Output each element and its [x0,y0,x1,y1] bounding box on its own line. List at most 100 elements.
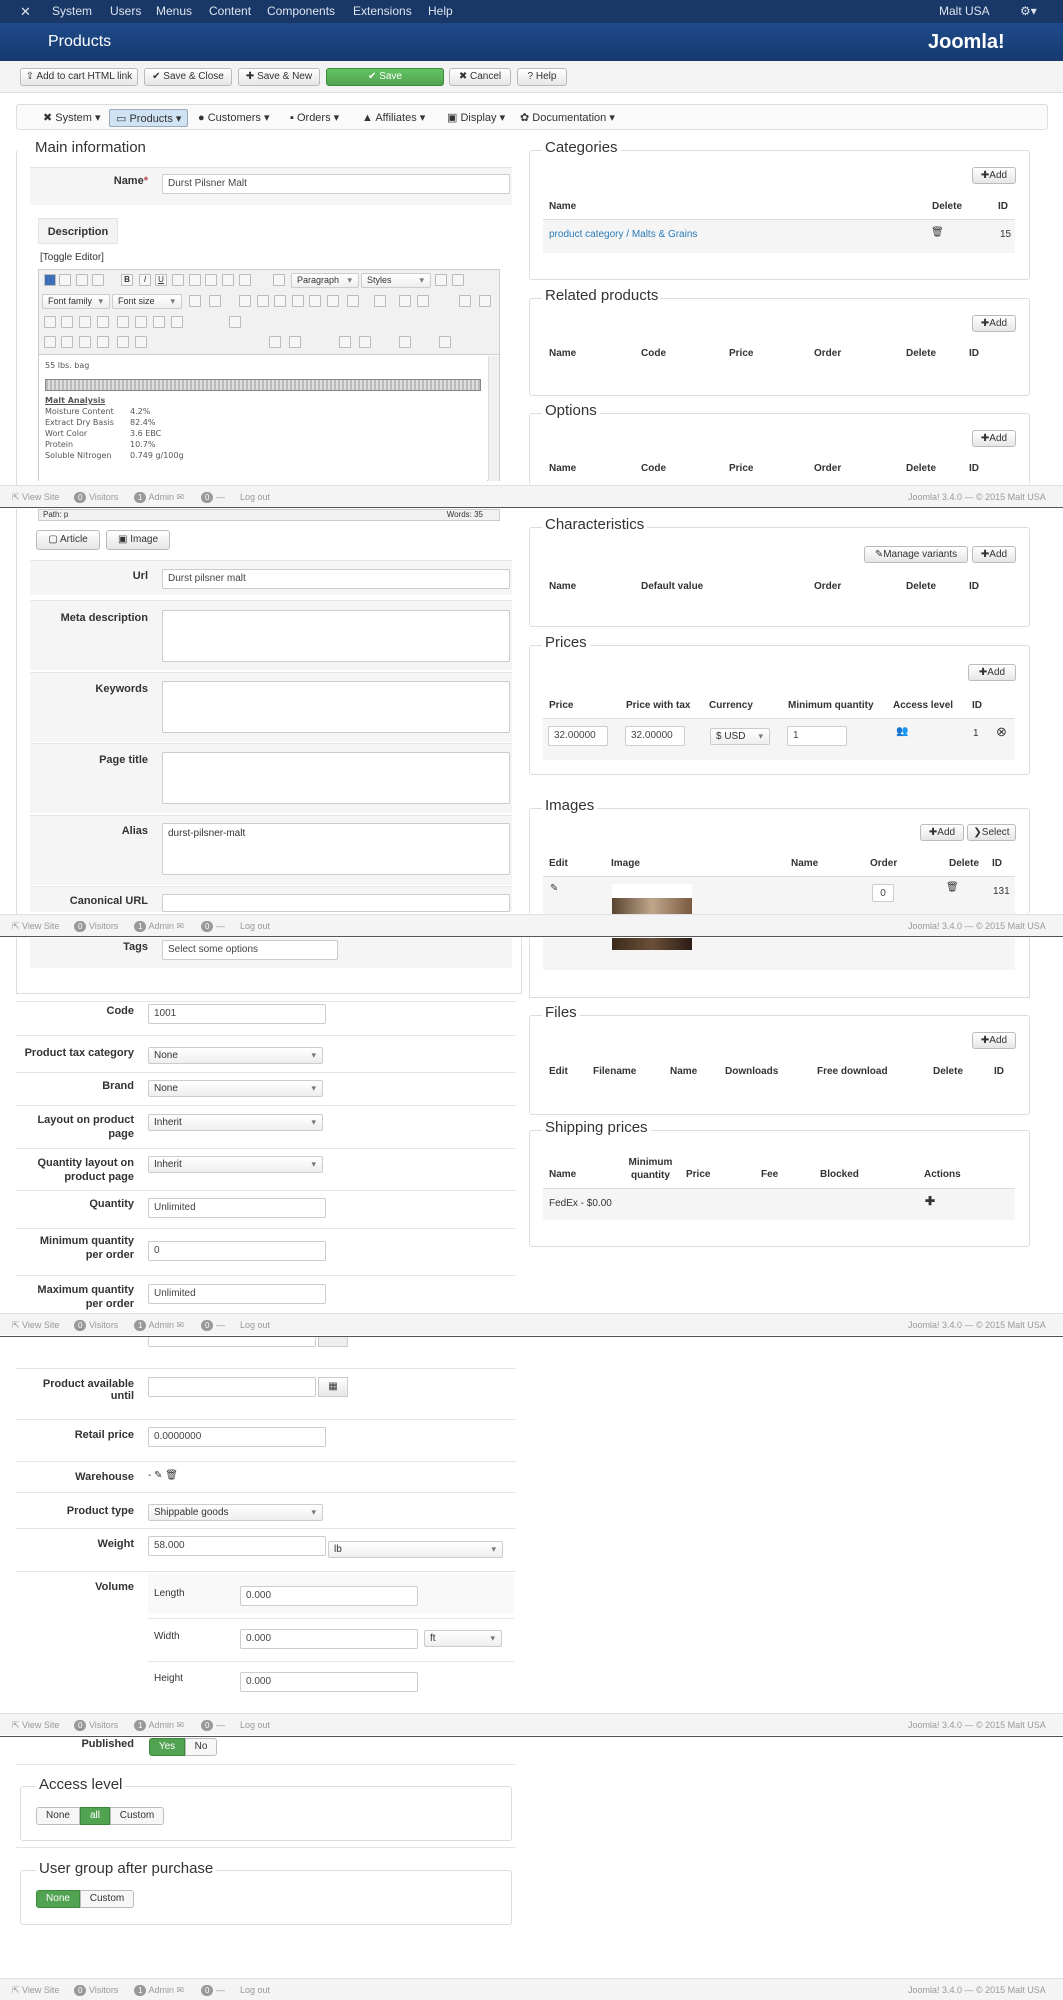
users-icon[interactable]: 👥 [896,726,908,737]
manage-variants-button[interactable]: ✎Manage variants [864,546,968,563]
preview-icon[interactable] [117,316,129,328]
table-icon[interactable] [229,316,241,328]
superscript-icon[interactable] [417,295,429,307]
min-quantity-input[interactable]: 0 [148,1241,326,1261]
joomla-logo-icon[interactable]: ✕ [20,4,31,20]
product-thumbnail[interactable] [612,938,692,950]
link-icon[interactable] [269,336,281,348]
copy-icon[interactable] [257,295,269,307]
tab-documentation[interactable]: ✿ Documentation ▾ [514,109,621,127]
save-new-button[interactable]: ✚ Save & New [238,68,320,86]
site-link[interactable]: Malt USA [939,4,990,18]
menu-extensions[interactable]: Extensions [353,4,412,18]
underline-icon[interactable]: U [155,274,167,286]
font-family-select[interactable]: Font family [42,294,110,309]
related-add-button[interactable]: ✚Add [972,315,1016,332]
code-icon[interactable] [399,336,411,348]
font-size-select[interactable]: Font size [112,294,182,309]
add-to-cart-html-button[interactable]: ⇪ Add to cart HTML link [20,68,138,86]
price-input[interactable]: 32.00000 [548,726,608,746]
length-input[interactable]: 0.000 [240,1586,418,1606]
anchor-icon[interactable] [79,316,91,328]
eraser-icon[interactable] [435,274,447,286]
available-from-input[interactable] [148,1337,316,1347]
remove-icon[interactable]: ⊗ [996,724,1007,740]
image-order-input[interactable]: 0 [872,884,894,902]
save-close-button[interactable]: ✔ Save & Close [144,68,232,86]
editor-content[interactable]: 55 lbs. bag Malt Analysis Moisture Conte… [39,356,487,481]
rtl-icon[interactable] [61,316,73,328]
unlink-icon[interactable] [289,336,301,348]
view-site-link[interactable]: ⇱ View Site [12,1985,59,1996]
tab-system[interactable]: ✖ System ▾ [37,109,107,127]
fullscreen-icon[interactable] [97,316,109,328]
page-title-textarea[interactable] [162,752,510,804]
print-icon[interactable] [135,316,147,328]
name-input[interactable]: Durst Pilsner Malt [162,174,510,194]
menu-help[interactable]: Help [428,4,453,18]
ordered-list-icon[interactable] [347,295,359,307]
paragraph-select[interactable]: Paragraph [291,273,359,288]
view-site-link[interactable]: ⇱ View Site [12,492,59,503]
image-button[interactable]: ▣ Image [106,530,170,550]
text-color-icon[interactable] [189,295,201,307]
paste-icon[interactable] [274,295,286,307]
brand-select[interactable]: None [148,1080,323,1097]
price-with-tax-input[interactable]: 32.00000 [625,726,685,746]
visual-aid-icon[interactable] [44,336,56,348]
menu-content[interactable]: Content [209,4,251,18]
logout-link[interactable]: Log out [240,1985,270,1995]
access-custom-button[interactable]: Custom [110,1807,164,1825]
height-input[interactable]: 0.000 [240,1672,418,1692]
ltr-icon[interactable] [44,316,56,328]
outdent-icon[interactable] [327,295,339,307]
volume-unit-select[interactable]: ft [424,1630,502,1647]
usergroup-custom-button[interactable]: Custom [80,1890,134,1908]
cite-icon[interactable] [79,336,91,348]
published-yes-button[interactable]: Yes [149,1738,185,1756]
article-button[interactable]: ▢ Article [36,530,100,550]
toggle-editor-link[interactable]: [Toggle Editor] [40,252,104,263]
meta-description-textarea[interactable] [162,610,510,662]
editor-scrollbar[interactable] [488,356,499,481]
tax-category-select[interactable]: None [148,1047,323,1064]
weight-input[interactable]: 58.000 [148,1536,326,1556]
tab-customers[interactable]: ● Customers ▾ [192,109,275,127]
cancel-button[interactable]: ✖ Cancel [449,68,511,86]
strike-icon[interactable] [172,274,184,286]
canonical-url-input[interactable] [162,894,510,912]
url-input[interactable]: Durst pilsner malt [162,569,510,589]
align-right-icon[interactable] [222,274,234,286]
tab-display[interactable]: ▣ Display ▾ [441,109,511,127]
prices-add-button[interactable]: ✚Add [968,664,1016,681]
indent-icon[interactable] [309,295,321,307]
currency-select[interactable]: $ USD [710,728,770,745]
image-insert-icon[interactable] [117,336,129,348]
bold-icon[interactable]: B [121,274,133,286]
min-quantity-price-input[interactable]: 1 [787,726,847,746]
logout-link[interactable]: Log out [240,1720,270,1730]
files-add-button[interactable]: ✚Add [972,1032,1016,1049]
view-site-link[interactable]: ⇱ View Site [12,1720,59,1731]
align-center-icon[interactable] [205,274,217,286]
menu-components[interactable]: Components [267,4,335,18]
available-until-input[interactable] [148,1377,316,1397]
usergroup-none-button[interactable]: None [36,1890,80,1908]
styles-select[interactable]: Styles [361,273,431,288]
blockquote-icon[interactable] [273,274,285,286]
italic-icon[interactable]: I [139,274,151,286]
redo-icon[interactable] [92,274,104,286]
categories-add-button[interactable]: ✚Add [972,167,1016,184]
highlight-icon[interactable] [209,295,221,307]
keywords-textarea[interactable] [162,681,510,733]
images-select-button[interactable]: ❯Select [967,824,1016,841]
bullet-list-icon[interactable] [374,295,386,307]
paste-text-icon[interactable] [292,295,304,307]
edit-icon[interactable]: ✎ [154,1470,162,1481]
view-site-link[interactable]: ⇱ View Site [12,921,59,932]
quantity-layout-select[interactable]: Inherit [148,1156,323,1173]
trash-icon[interactable]: 🗑 [931,227,944,238]
menu-system[interactable]: System [52,4,92,18]
media-icon[interactable] [135,336,147,348]
logout-link[interactable]: Log out [240,492,270,502]
